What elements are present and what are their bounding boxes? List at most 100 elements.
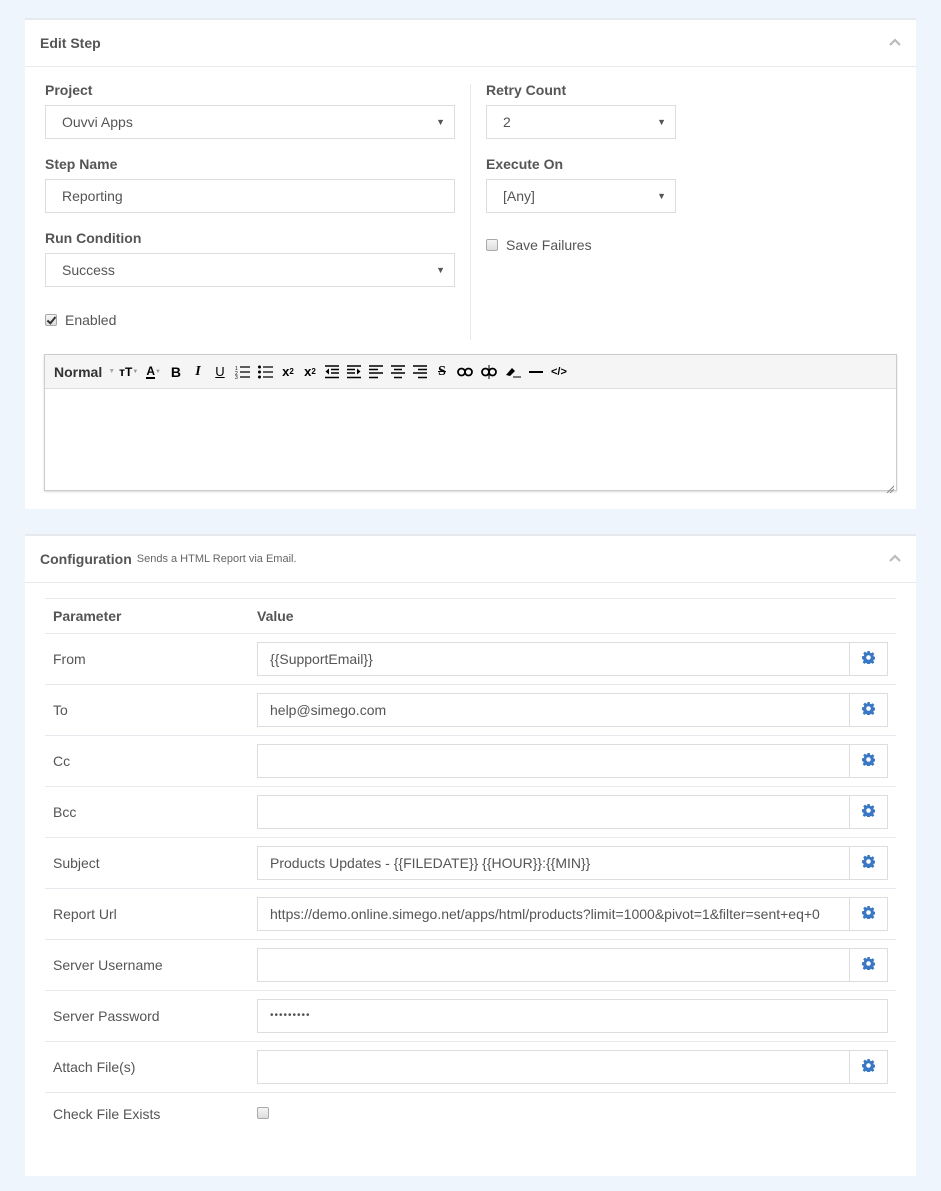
clear-format-icon[interactable]	[505, 363, 521, 381]
gear-icon	[862, 906, 876, 922]
retry-count-label: Retry Count	[486, 82, 567, 98]
unordered-list-icon[interactable]	[257, 363, 273, 381]
superscript-icon[interactable]: x2	[303, 363, 317, 381]
save-failures-checkbox[interactable]	[486, 239, 498, 251]
report-url-input[interactable]: https://demo.online.simego.net/apps/html…	[257, 897, 850, 931]
chevron-up-icon[interactable]	[888, 37, 902, 47]
server-username-input[interactable]	[257, 948, 850, 982]
table-row: From {{SupportEmail}}	[45, 633, 896, 685]
chevron-up-icon[interactable]	[888, 553, 902, 563]
align-left-icon[interactable]	[368, 363, 383, 381]
param-name: Check File Exists	[53, 1105, 161, 1122]
param-name: Cc	[45, 735, 257, 787]
align-right-icon[interactable]	[412, 363, 427, 381]
param-name: To	[45, 684, 257, 736]
gear-button[interactable]	[850, 846, 888, 880]
panel-title: Configuration	[40, 551, 132, 567]
run-condition-value: Success	[62, 262, 115, 278]
caret-down-icon: ▼	[657, 191, 666, 201]
configuration-header: Configuration Sends a HTML Report via Em…	[25, 536, 916, 583]
param-name: Bcc	[45, 786, 257, 838]
report-url-input-group: https://demo.online.simego.net/apps/html…	[257, 897, 888, 931]
retry-count-value: 2	[503, 114, 511, 130]
font-size-icon[interactable]: тT ▼	[119, 363, 138, 381]
parameters-table: Parameter Value From {{SupportEmail}} To…	[45, 598, 896, 1135]
attach-files-input[interactable]	[257, 1050, 850, 1084]
cc-input-group	[257, 744, 888, 778]
gear-button[interactable]	[850, 744, 888, 778]
table-row: To help@simego.com	[45, 684, 896, 736]
bcc-input[interactable]	[257, 795, 850, 829]
cc-input[interactable]	[257, 744, 850, 778]
attach-files-input-group	[257, 1050, 888, 1084]
gear-button[interactable]	[850, 1050, 888, 1084]
enabled-checkbox-row[interactable]: Enabled	[45, 312, 455, 328]
format-label: Normal	[54, 363, 103, 380]
column-header-value: Value	[257, 598, 896, 634]
server-password-input[interactable]: •••••••••	[257, 999, 888, 1033]
italic-icon[interactable]: I	[191, 363, 205, 381]
run-condition-label: Run Condition	[45, 230, 142, 246]
font-color-icon[interactable]: A ▼	[146, 363, 161, 381]
subscript-icon[interactable]: x2	[281, 363, 295, 381]
table-row: Server Username	[45, 939, 896, 991]
caret-down-icon: ▼	[436, 265, 445, 275]
server-password-input-group: •••••••••	[257, 999, 888, 1033]
subject-value: Products Updates - {{FILEDATE}} {{HOUR}}…	[270, 855, 591, 871]
server-username-input-group	[257, 948, 888, 982]
format-dropdown[interactable]: Normal ▼	[54, 363, 115, 381]
resize-grip-icon[interactable]	[886, 480, 895, 494]
indent-icon[interactable]	[346, 363, 361, 381]
unlink-icon[interactable]	[481, 363, 497, 381]
enabled-checkbox[interactable]	[45, 314, 57, 326]
server-password-value: •••••••••	[270, 1010, 311, 1021]
gear-button[interactable]	[850, 693, 888, 727]
step-name-value: Reporting	[62, 188, 123, 204]
ordered-list-icon[interactable]: 123	[235, 363, 250, 381]
bold-icon[interactable]: B	[169, 363, 183, 381]
check-file-exists-checkbox[interactable]	[257, 1106, 269, 1119]
to-input[interactable]: help@simego.com	[257, 693, 850, 727]
param-name: Server Password	[45, 990, 257, 1042]
strikethrough-icon[interactable]: S	[435, 363, 449, 381]
to-input-group: help@simego.com	[257, 693, 888, 727]
step-name-input[interactable]: Reporting	[45, 179, 455, 213]
column-header-parameter: Parameter	[45, 598, 257, 634]
run-condition-select[interactable]: Success ▼	[45, 253, 455, 287]
gear-button[interactable]	[850, 642, 888, 676]
subject-input[interactable]: Products Updates - {{FILEDATE}} {{HOUR}}…	[257, 846, 850, 880]
table-row: Report Url https://demo.online.simego.ne…	[45, 888, 896, 940]
edit-step-header: Edit Step	[25, 20, 916, 67]
gear-icon	[862, 651, 876, 667]
save-failures-checkbox-row[interactable]: Save Failures	[486, 237, 676, 253]
gear-button[interactable]	[850, 795, 888, 829]
param-name: Server Username	[45, 939, 257, 991]
execute-on-select[interactable]: [Any] ▼	[486, 179, 676, 213]
table-header-row: Parameter Value	[45, 598, 896, 634]
project-label: Project	[45, 82, 93, 98]
outdent-icon[interactable]	[324, 363, 339, 381]
project-value: Ouvvi Apps	[62, 114, 133, 130]
editor-content-area[interactable]	[45, 389, 896, 494]
execute-on-value: [Any]	[503, 188, 535, 204]
align-center-icon[interactable]	[390, 363, 405, 381]
gear-icon	[862, 804, 876, 820]
link-icon[interactable]	[457, 363, 473, 381]
param-name: Report Url	[45, 888, 257, 940]
param-name: From	[45, 633, 257, 685]
from-input[interactable]: {{SupportEmail}}	[257, 642, 850, 676]
retry-count-select[interactable]: 2 ▼	[486, 105, 676, 139]
horizontal-rule-icon[interactable]	[528, 363, 543, 381]
param-name: Subject	[45, 837, 257, 889]
column-divider	[470, 84, 471, 340]
gear-button[interactable]	[850, 897, 888, 931]
table-row: Cc	[45, 735, 896, 787]
project-select[interactable]: Ouvvi Apps ▼	[45, 105, 455, 139]
underline-icon[interactable]: U	[213, 363, 227, 381]
gear-icon	[862, 702, 876, 718]
gear-button[interactable]	[850, 948, 888, 982]
table-row: Server Password •••••••••	[45, 990, 896, 1042]
source-code-icon[interactable]: </>	[551, 363, 567, 381]
step-name-label: Step Name	[45, 156, 118, 172]
panel-title: Edit Step	[40, 35, 101, 51]
